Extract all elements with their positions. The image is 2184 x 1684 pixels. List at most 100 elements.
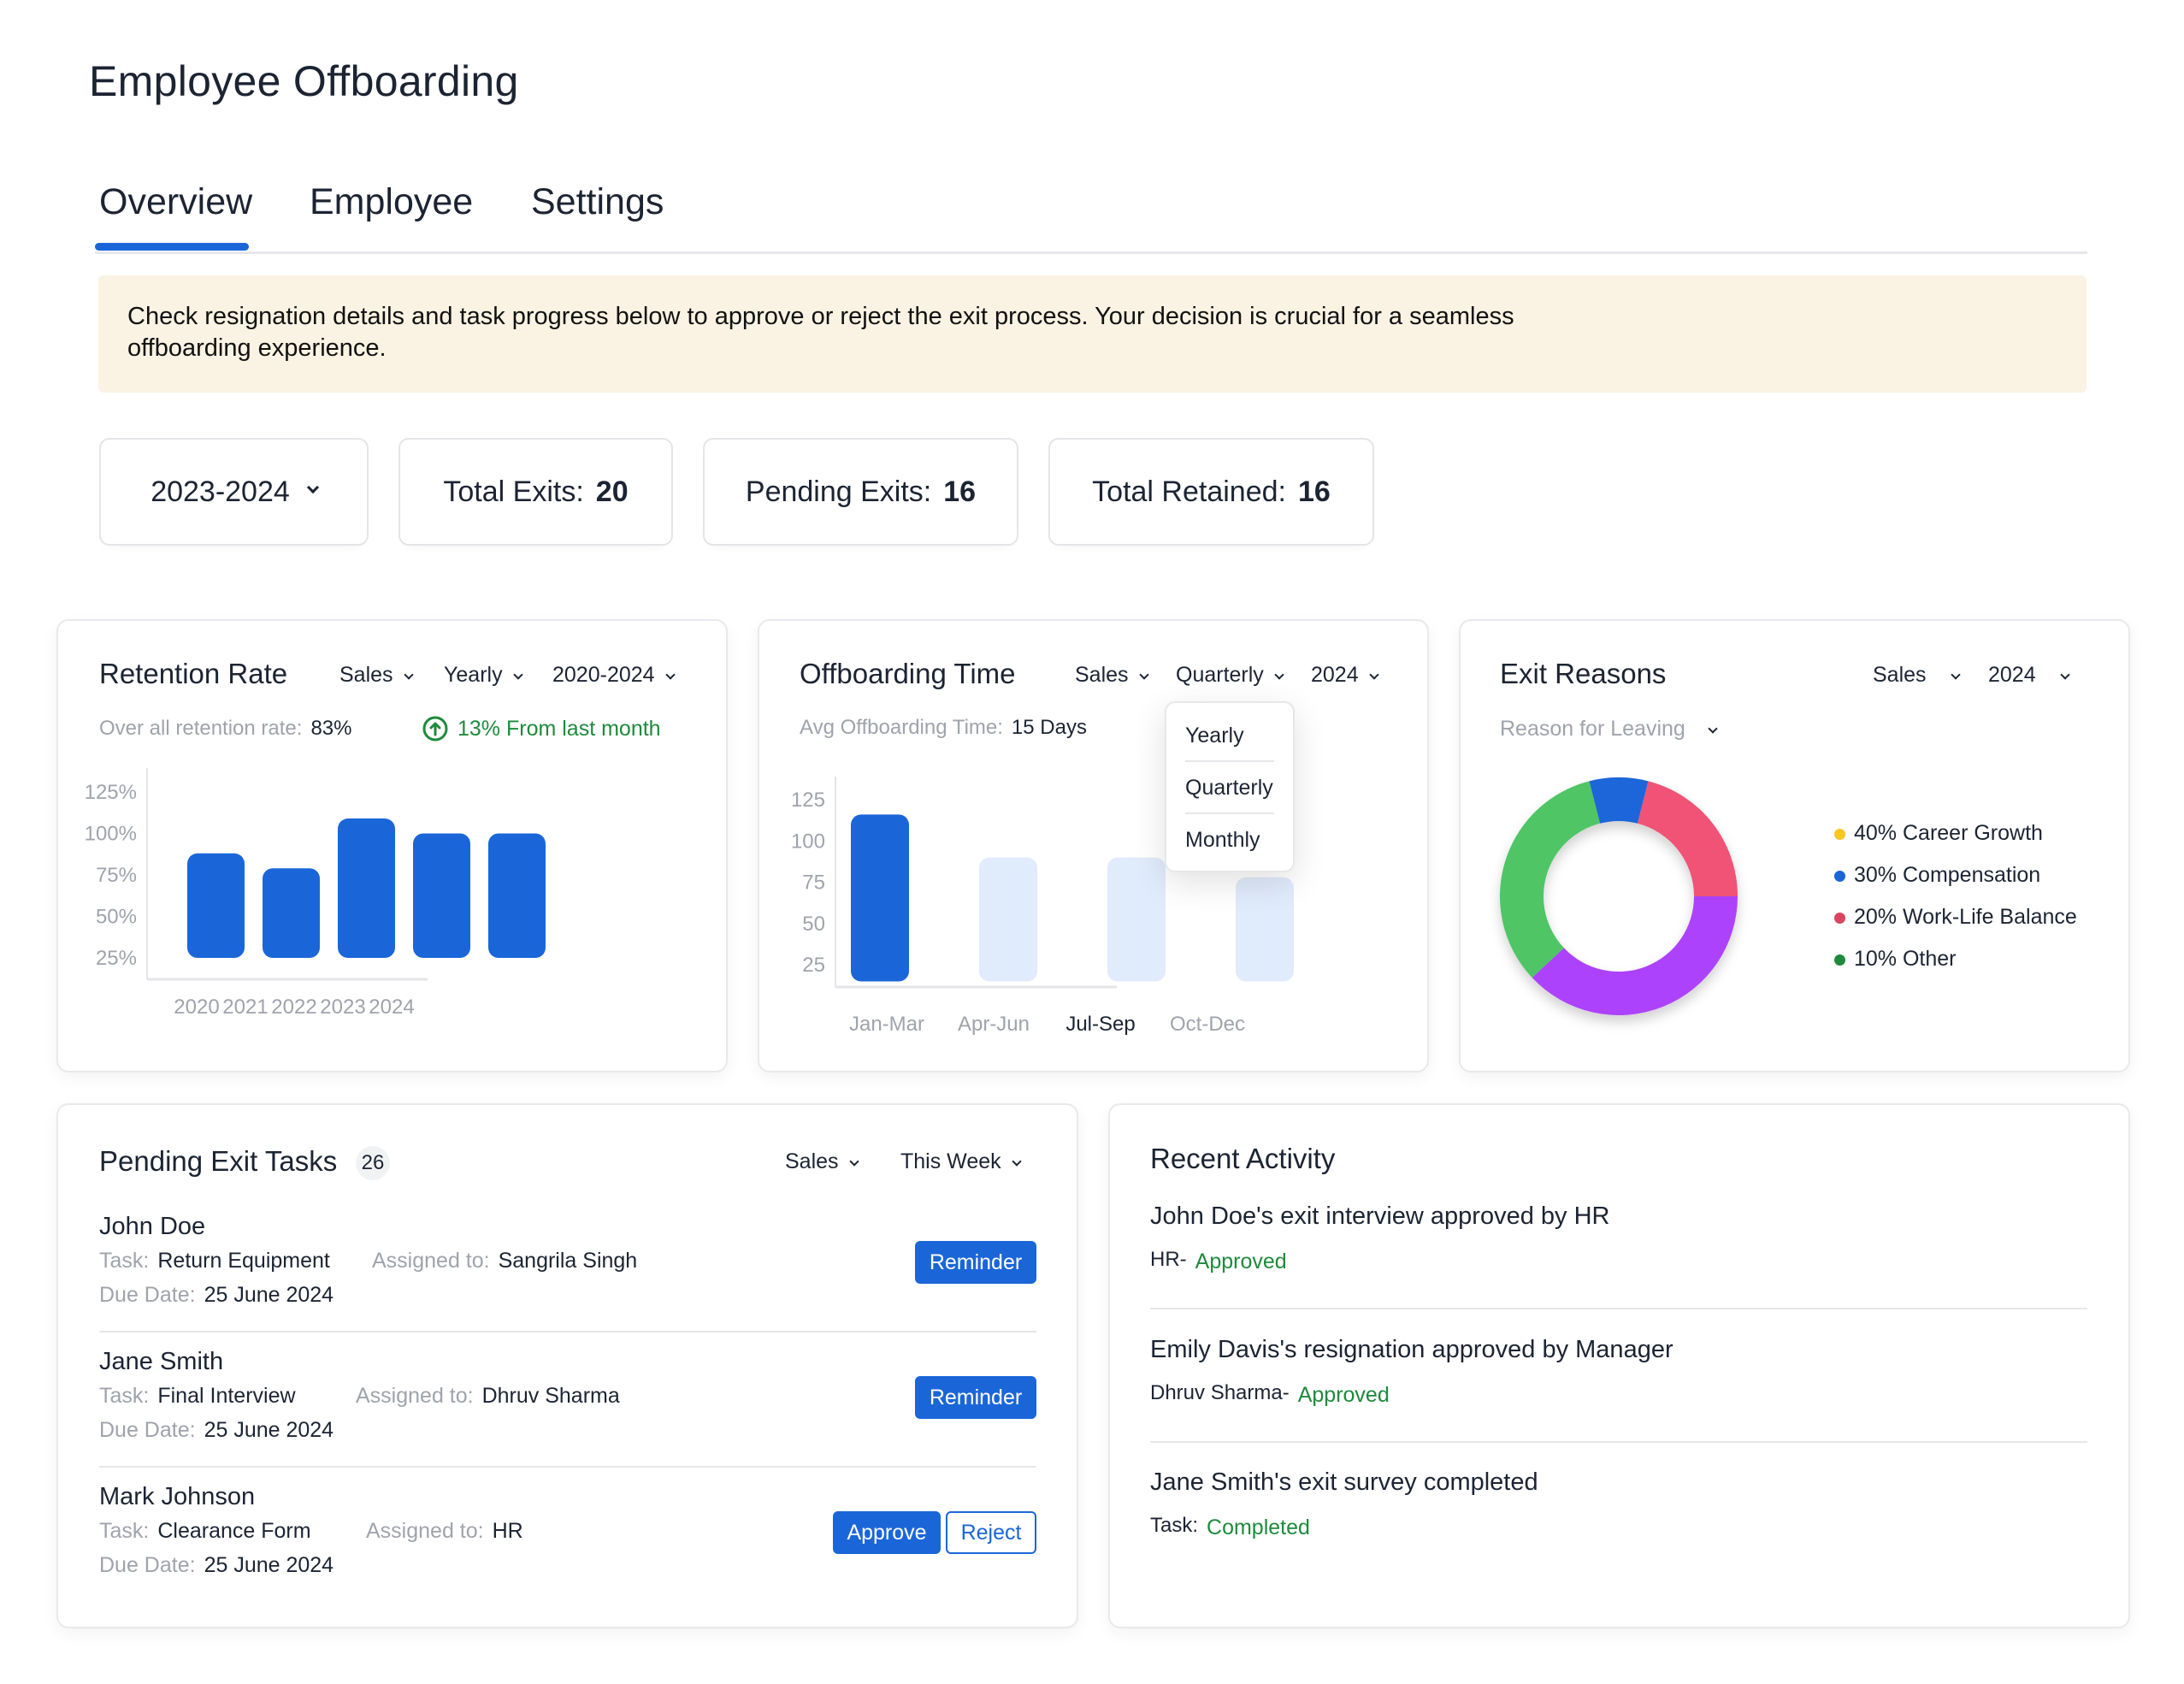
bar-oct-dec bbox=[1236, 877, 1294, 982]
activity-divider bbox=[1150, 1308, 2087, 1309]
assigned-value: Sangrila Singh bbox=[498, 1249, 638, 1273]
tab-overview[interactable]: Overview bbox=[99, 181, 252, 223]
legend-item: 10% Other bbox=[1834, 947, 1957, 972]
activity-text: Emily Davis's resignation approved by Ma… bbox=[1150, 1336, 1673, 1363]
stat-pending-exits: Pending Exits: 16 bbox=[703, 438, 1018, 546]
exit-reasons-year-dropdown[interactable]: 2024 bbox=[1988, 663, 2070, 688]
task-label: Task: bbox=[99, 1519, 150, 1543]
y-tick-label: 125 bbox=[791, 789, 825, 812]
menu-item-quarterly[interactable]: Quarterly bbox=[1185, 776, 1273, 801]
task-employee-name: John Doe bbox=[99, 1213, 206, 1240]
legend-dot-icon bbox=[1834, 871, 1845, 882]
task-employee-name: Mark Johnson bbox=[99, 1483, 256, 1510]
activity-meta: Task: Completed bbox=[1150, 1513, 1310, 1539]
menu-item-monthly[interactable]: Monthly bbox=[1185, 828, 1260, 853]
tasks-timeframe-dropdown[interactable]: This Week bbox=[900, 1149, 1022, 1174]
activity-meta: HR- Approved bbox=[1150, 1247, 1287, 1273]
avg-offboarding-label: Avg Offboarding Time: bbox=[800, 716, 1003, 739]
activity-actor: HR- bbox=[1150, 1248, 1187, 1271]
year-select[interactable]: 2023-2024 bbox=[99, 438, 369, 546]
activity-text: John Doe's exit interview approved by HR bbox=[1150, 1202, 1610, 1230]
due-label: Due Date: bbox=[99, 1283, 196, 1307]
chevron-down-icon bbox=[1274, 670, 1284, 680]
tab-settings[interactable]: Settings bbox=[531, 181, 664, 223]
menu-item-yearly[interactable]: Yearly bbox=[1185, 724, 1244, 748]
retention-range-dropdown[interactable]: 2020-2024 bbox=[552, 663, 676, 688]
retention-department-dropdown[interactable]: Sales bbox=[339, 663, 414, 688]
activity-status: Completed bbox=[1207, 1516, 1310, 1539]
stat-total-exits: Total Exits: 20 bbox=[398, 438, 673, 546]
task-value: Final Interview bbox=[157, 1384, 296, 1408]
legend-item: 20% Work-Life Balance bbox=[1834, 905, 2077, 930]
offboarding-year-dropdown[interactable]: 2024 bbox=[1311, 663, 1379, 688]
pending-tasks-title: Pending Exit Tasks bbox=[99, 1145, 338, 1177]
bar-2021 bbox=[263, 868, 320, 958]
assigned-value: Dhruv Sharma bbox=[481, 1384, 620, 1408]
retention-bar-chart: 125% 100% 75% 50% 25% 2020 2021 2022 2023 2024 bbox=[86, 768, 546, 1019]
assigned-label: Assigned to: bbox=[366, 1519, 484, 1543]
exit-reasons-department-dropdown[interactable]: Sales bbox=[1873, 663, 1961, 688]
retention-trend: 13% From last month bbox=[422, 715, 661, 742]
arrow-up-circle-icon bbox=[422, 716, 448, 742]
x-tick-label: Apr-Jun bbox=[958, 1013, 1030, 1036]
tab-employee[interactable]: Employee bbox=[310, 181, 473, 223]
task-value: Return Equipment bbox=[157, 1249, 330, 1273]
bar-2023 bbox=[413, 833, 470, 958]
retention-rate-title: Retention Rate bbox=[99, 658, 288, 689]
stat-value: 16 bbox=[943, 475, 977, 508]
task-due-date: Due Date: 25 June 2024 bbox=[99, 1553, 334, 1578]
exit-reasons-donut-chart bbox=[1500, 777, 1738, 1015]
pending-tasks-count-badge: 26 bbox=[356, 1146, 390, 1180]
y-tick-label: 75 bbox=[802, 872, 825, 895]
due-label: Due Date: bbox=[99, 1553, 196, 1577]
bar-2022 bbox=[338, 818, 395, 958]
x-tick-label: Jul-Sep bbox=[1065, 1013, 1135, 1036]
due-value: 25 June 2024 bbox=[204, 1553, 334, 1577]
task-assignee: Assigned to: Sangrila Singh bbox=[372, 1249, 637, 1273]
chevron-down-icon bbox=[1368, 670, 1379, 680]
legend-dot-icon bbox=[1834, 954, 1845, 966]
y-tick-label: 25% bbox=[96, 947, 137, 970]
stat-label: Total Exits: bbox=[443, 475, 584, 508]
dropdown-value: Yearly bbox=[444, 663, 503, 687]
reject-button[interactable]: Reject bbox=[946, 1511, 1036, 1554]
y-tick-label: 75% bbox=[96, 864, 137, 887]
overall-retention-label: Over all retention rate: bbox=[99, 717, 303, 740]
assigned-value: HR bbox=[492, 1519, 523, 1543]
avg-offboarding-value: 15 Days bbox=[1011, 716, 1087, 739]
reminder-button[interactable]: Reminder bbox=[915, 1376, 1036, 1419]
activity-status: Approved bbox=[1195, 1250, 1287, 1273]
menu-divider bbox=[1185, 760, 1274, 762]
avg-offboarding-time: Avg Offboarding Time: 15 Days bbox=[800, 716, 1087, 740]
bar-apr-jun bbox=[979, 857, 1037, 982]
chevron-down-icon bbox=[1708, 724, 1718, 734]
y-tick-label: 50 bbox=[802, 913, 825, 936]
reminder-button[interactable]: Reminder bbox=[915, 1241, 1036, 1284]
row-divider bbox=[99, 1466, 1036, 1468]
x-tick-label: 2021 bbox=[222, 996, 268, 1019]
activity-text: Jane Smith's exit survey completed bbox=[1150, 1468, 1538, 1496]
info-banner: Check resignation details and task progr… bbox=[98, 275, 2087, 393]
offboarding-department-dropdown[interactable]: Sales bbox=[1075, 663, 1149, 688]
y-tick-label: 25 bbox=[802, 954, 825, 977]
legend-label: 20% Work-Life Balance bbox=[1854, 905, 2077, 929]
legend-label: 30% Compensation bbox=[1854, 863, 2041, 887]
reason-for-leaving-dropdown[interactable]: Reason for Leaving bbox=[1500, 717, 1718, 742]
chevron-down-icon bbox=[512, 670, 523, 680]
retention-period-dropdown[interactable]: Yearly bbox=[444, 663, 523, 688]
task-employee-name: Jane Smith bbox=[99, 1348, 224, 1375]
legend-item: 30% Compensation bbox=[1834, 863, 2040, 888]
offboarding-period-dropdown[interactable]: Quarterly bbox=[1176, 663, 1284, 688]
stat-value: 16 bbox=[1297, 475, 1331, 508]
chevron-down-icon bbox=[664, 670, 676, 680]
activity-status: Approved bbox=[1297, 1383, 1390, 1407]
approve-button[interactable]: Approve bbox=[833, 1511, 941, 1554]
y-tick-label: 100% bbox=[86, 823, 137, 846]
row-divider bbox=[99, 1331, 1036, 1332]
stat-value: 20 bbox=[595, 475, 629, 508]
tasks-department-dropdown[interactable]: Sales bbox=[785, 1149, 859, 1174]
chevron-down-icon bbox=[1138, 670, 1149, 680]
recent-activity-title: Recent Activity bbox=[1150, 1143, 1336, 1174]
bar-2024 bbox=[488, 833, 546, 958]
dropdown-value: 2024 bbox=[1311, 663, 1359, 687]
